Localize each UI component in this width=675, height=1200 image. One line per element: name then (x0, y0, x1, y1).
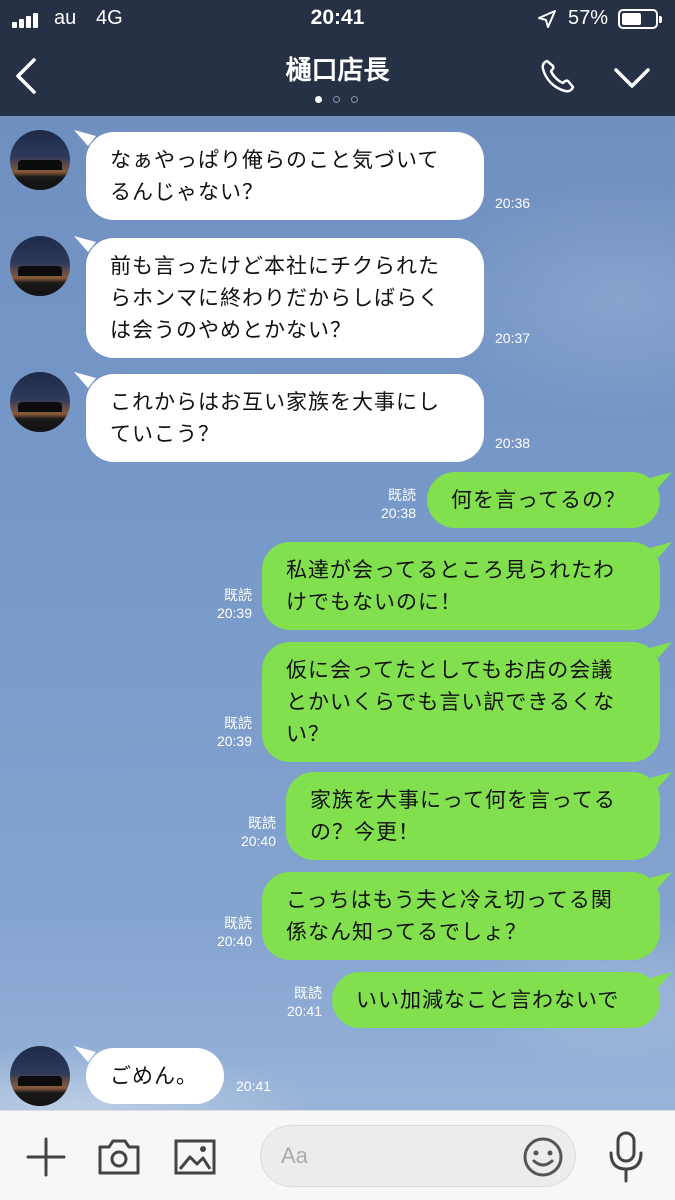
message-line: 仮に会ってたとしてもお店の会議 (286, 658, 614, 682)
read-label: 既読 (224, 915, 252, 931)
microphone-icon[interactable] (604, 1129, 648, 1185)
bubble-tail (650, 642, 672, 658)
message-line: い？ (286, 722, 330, 746)
message-list[interactable]: なぁやっぱり俺らのこと気づいて るんじゃない？ 20:36 前も言ったけど本社に… (0, 116, 675, 1110)
bubble-tail (650, 772, 672, 788)
message-time: 20:41 (286, 1003, 322, 1019)
avatar[interactable] (10, 236, 70, 296)
message-bubble[interactable]: こっちはもう夫と冷え切ってる関 係なん知ってるでしょ？ (262, 872, 660, 960)
plus-icon[interactable] (24, 1135, 68, 1179)
camera-icon[interactable] (96, 1137, 142, 1177)
location-icon (538, 10, 556, 28)
message-time: 20:36 (495, 195, 531, 211)
message-line: 何を言ってるの？ (451, 488, 626, 512)
read-receipt: 既読 20:41 (262, 984, 322, 1020)
read-receipt: 既読 20:38 (356, 486, 416, 522)
avatar[interactable] (10, 130, 70, 190)
message-bubble[interactable]: 私達が会ってるところ見られたわ けでもないのに！ (262, 542, 660, 630)
page-indicator (313, 96, 363, 104)
read-label: 既読 (388, 487, 416, 503)
message-line: こっちはもう夫と冷え切ってる関 (286, 888, 613, 912)
message-time: 20:41 (236, 1078, 272, 1094)
message-bubble[interactable]: 前も言ったけど本社にチクられた らホンマに終わりだからしばらく は会うのやめとか… (86, 238, 484, 358)
message-bubble[interactable]: これからはお互い家族を大事にし ていこう？ (86, 374, 484, 462)
read-receipt: 既読 20:40 (192, 914, 252, 950)
read-label: 既読 (224, 587, 252, 603)
message-line: とかいくらでも言い訳できるくな (286, 690, 615, 714)
phone-icon[interactable] (538, 56, 578, 96)
avatar[interactable] (10, 372, 70, 432)
battery-percent: 57% (568, 7, 609, 29)
message-line: は会うのやめとかない？ (110, 318, 352, 342)
bubble-tail (650, 542, 672, 558)
message-line: 前も言ったけど本社にチクられた (110, 254, 440, 278)
message-time: 20:39 (216, 605, 252, 621)
bubble-tail (650, 972, 672, 988)
message-bubble[interactable]: 家族を大事にって何を言ってる の？今更！ (286, 772, 660, 860)
message-line: ていこう？ (110, 422, 220, 446)
input-bar (0, 1110, 675, 1200)
read-receipt: 既読 20:40 (216, 814, 276, 850)
message-bubble[interactable]: いい加減なこと言わないで (332, 972, 660, 1028)
message-time: 20:38 (380, 505, 416, 521)
message-line: けでもないのに！ (286, 590, 462, 614)
message-input[interactable] (260, 1125, 576, 1187)
message-text-field[interactable] (281, 1140, 511, 1172)
message-line: るんじゃない？ (110, 180, 264, 204)
message-line: これからはお互い家族を大事にし (110, 390, 440, 414)
message-line: らホンマに終わりだからしばらく (110, 286, 440, 310)
message-line: の？今更！ (310, 820, 420, 844)
message-time: 20:39 (216, 733, 252, 749)
read-label: 既読 (294, 985, 322, 1001)
message-line: いい加減なこと言わないで (356, 988, 620, 1012)
read-receipt: 既読 20:39 (192, 586, 252, 622)
message-bubble[interactable]: なぁやっぱり俺らのこと気づいて るんじゃない？ (86, 132, 484, 220)
message-time: 20:40 (240, 833, 276, 849)
message-time: 20:40 (216, 933, 252, 949)
read-receipt: 既読 20:39 (192, 714, 252, 750)
status-bar: au 4G 20:41 57% (0, 0, 675, 38)
message-line: ごめん。 (110, 1064, 198, 1088)
bubble-tail (650, 472, 672, 488)
chat-header: au 4G 20:41 57% 樋口店長 (0, 0, 675, 116)
bubble-tail (650, 872, 672, 888)
emoji-icon[interactable] (521, 1135, 565, 1179)
message-time: 20:38 (495, 435, 531, 451)
message-bubble[interactable]: ごめん。 (86, 1048, 224, 1104)
image-icon[interactable] (172, 1137, 218, 1177)
message-line: 私達が会ってるところ見られたわ (286, 558, 615, 582)
message-line: なぁやっぱり俺らのこと気づいて (110, 148, 440, 172)
chevron-down-icon[interactable] (612, 64, 652, 94)
read-label: 既読 (224, 715, 252, 731)
battery-icon (618, 9, 662, 29)
message-time: 20:37 (495, 330, 531, 346)
message-bubble[interactable]: 何を言ってるの？ (427, 472, 660, 528)
avatar[interactable] (10, 1046, 70, 1106)
message-line: 家族を大事にって何を言ってる (310, 788, 616, 812)
message-bubble[interactable]: 仮に会ってたとしてもお店の会議 とかいくらでも言い訳できるくな い？ (262, 642, 660, 762)
message-line: 係なん知ってるでしょ？ (286, 920, 527, 944)
read-label: 既読 (248, 815, 276, 831)
